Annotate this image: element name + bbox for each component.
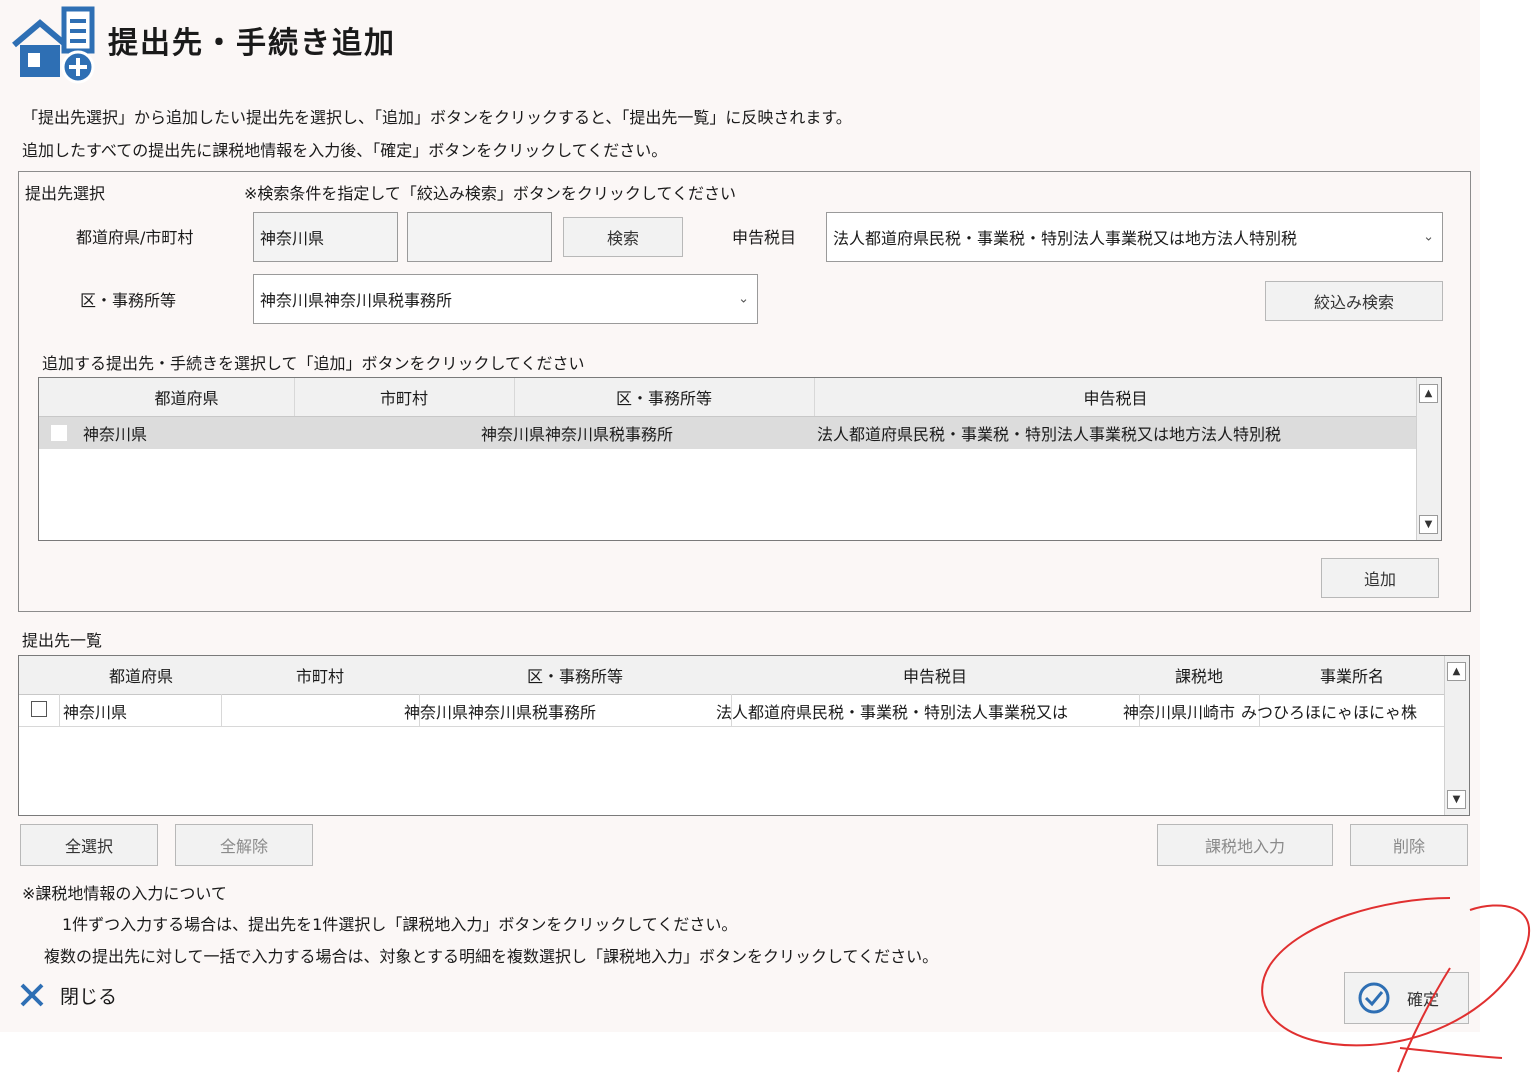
scroll-down-icon[interactable]: ▼ [1419,515,1438,534]
chevron-down-icon: ⌄ [1423,229,1434,245]
add-button[interactable]: 追加 [1321,558,1439,598]
close-button[interactable]: 閉じる [18,980,117,1010]
notes-line-2: 複数の提出先に対して一括で入力する場合は、対象とする明細を複数選択し「課税地入力… [44,947,939,966]
col-header-city: 市町村 [379,389,428,408]
tax-location-input-button[interactable]: 課税地入力 [1157,824,1333,866]
select-section-title: 提出先選択 [25,184,106,203]
office-label: 区・事務所等 [80,291,177,310]
close-label: 閉じる [60,985,118,1008]
delete-button[interactable]: 削除 [1350,824,1468,866]
submission-grid-header: 都道府県 市町村 区・事務所等 申告税目 課税地 事業所名 [19,656,1445,695]
cell-office: 神奈川県神奈川県税事務所 [481,425,674,444]
select-all-button[interactable]: 全選択 [20,824,158,866]
filter-search-button[interactable]: 絞込み検索 [1265,281,1443,321]
chevron-down-icon: ⌄ [738,291,749,307]
col-header-pref: 都道府県 [154,389,219,408]
row-checkbox[interactable] [51,425,67,441]
cell-office: 神奈川県神奈川県税事務所 [404,702,597,722]
pref-city-label: 都道府県/市町村 [76,228,194,247]
list-section-title: 提出先一覧 [22,631,103,650]
cell-city [297,417,512,449]
cell-pref: 神奈川県 [63,702,128,722]
tax-item-select[interactable]: 法人都道府県民税・事業税・特別法人事業税又は地方法人特別税 ⌄ [826,212,1443,262]
cell-pref: 神奈川県 [83,425,148,444]
office-value: 神奈川県神奈川県税事務所 [260,291,453,310]
scroll-up-icon[interactable]: ▲ [1419,384,1438,403]
notes-heading: ※課税地情報の入力について [22,884,227,903]
page-title: 提出先・手続き追加 [108,26,396,61]
tax-item-value: 法人都道府県民税・事業税・特別法人事業税又は地方法人特別税 [833,229,1298,248]
tax-item-label: 申告税目 [732,228,797,247]
annotation-circle [1261,897,1531,1073]
office-select[interactable]: 神奈川県神奈川県税事務所 ⌄ [253,274,758,324]
cell-location: 神奈川県川崎市 [1123,702,1236,722]
notes-line-1: 1件ずつ入力する場合は、提出先を1件選択し「課税地入力」ボタンをクリックしてくだ… [62,915,738,934]
col-header-tax: 申告税目 [1083,389,1148,408]
cell-tax: 法人都道府県民税・事業税・特別法人事業税又は [716,702,1069,722]
row-checkbox[interactable] [31,701,47,717]
submission-grid: 都道府県 市町村 区・事務所等 申告税目 課税地 事業所名 神奈川県 神奈川県神… [18,655,1470,816]
cell-tax: 法人都道府県民税・事業税・特別法人事業税又は地方法人特別税 [817,425,1282,444]
dialog-window: 提出先・手続き追加 「提出先選択」から追加したい提出先を選択し、「追加」ボタンを… [0,0,1480,1032]
instruction-line-2: 追加したすべての提出先に課税地情報を入力後、「確定」ボタンをクリックしてください… [22,141,668,160]
table-row[interactable]: 神奈川県 神奈川県神奈川県税事務所 法人都道府県民税・事業税・特別法人事業税又は… [39,417,1417,449]
col-header-city: 市町村 [295,667,344,686]
table-row[interactable]: 神奈川県 神奈川県神奈川県税事務所 法人都道府県民税・事業税・特別法人事業税又は… [19,695,1445,727]
scroll-down-icon[interactable]: ▼ [1447,790,1466,809]
add-list-hint: 追加する提出先・手続きを選択して「追加」ボタンをクリックしてください [42,354,585,373]
col-header-office-name: 事業所名 [1319,667,1384,686]
close-x-icon [20,983,44,1007]
col-header-location: 課税地 [1174,667,1223,686]
search-hint: ※検索条件を指定して「絞込み検索」ボタンをクリックしてください [244,184,736,203]
col-header-office: 区・事務所等 [526,667,623,686]
building-add-icon [12,6,95,84]
pref-input[interactable]: 神奈川県 [253,212,398,262]
scroll-up-icon[interactable]: ▲ [1447,662,1466,681]
submission-grid-scrollbar[interactable]: ▲ ▼ [1444,656,1469,815]
city-input[interactable] [407,212,552,262]
col-header-office: 区・事務所等 [615,389,712,408]
cell-office-name: みつひろほにゃほにゃ株 [1241,702,1418,722]
candidate-grid-header: 都道府県 市町村 区・事務所等 申告税目 [39,378,1417,417]
col-header-pref: 都道府県 [108,667,173,686]
col-header-tax: 申告税目 [902,667,967,686]
candidate-grid: 都道府県 市町村 区・事務所等 申告税目 神奈川県 神奈川県神奈川県税事務所 法… [38,377,1442,541]
instruction-line-1: 「提出先選択」から追加したい提出先を選択し、「追加」ボタンをクリックすると、「提… [22,108,852,127]
candidate-grid-scrollbar[interactable]: ▲ ▼ [1416,378,1441,540]
cell-city [224,695,418,726]
deselect-all-button[interactable]: 全解除 [175,824,313,866]
search-button[interactable]: 検索 [563,217,683,257]
